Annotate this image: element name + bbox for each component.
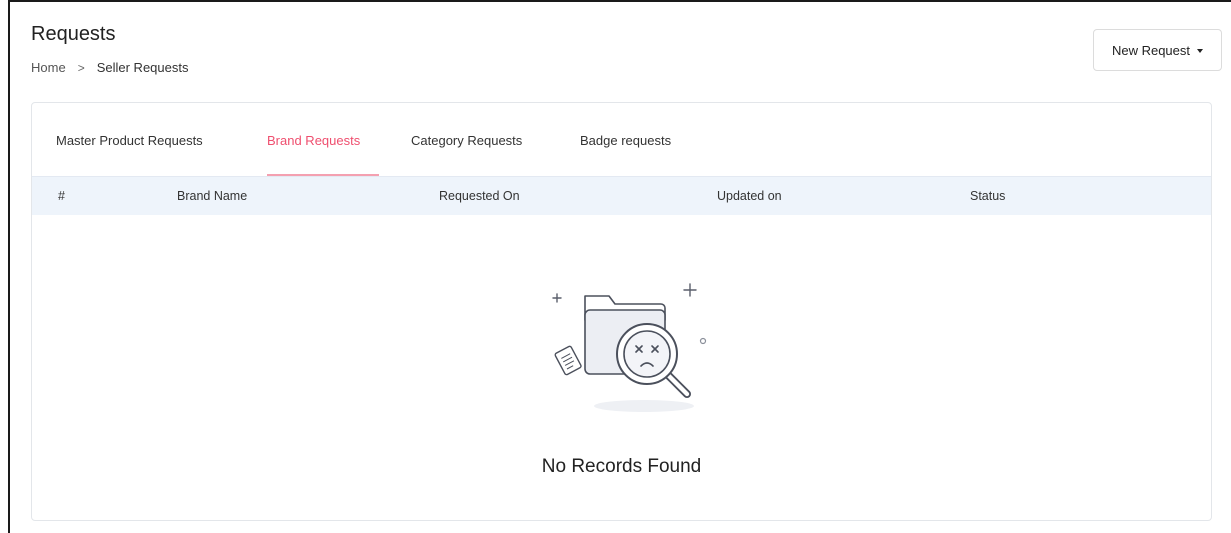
- tab-master-product-requests[interactable]: Master Product Requests: [56, 133, 203, 148]
- column-header-status: Status: [970, 189, 1006, 203]
- new-request-button[interactable]: New Request: [1093, 29, 1222, 71]
- column-header-number: #: [58, 189, 65, 203]
- tab-brand-requests[interactable]: Brand Requests: [267, 133, 360, 148]
- column-header-brand-name: Brand Name: [177, 189, 248, 203]
- table-header: # Brand Name Requested On Updated on Sta…: [32, 176, 1211, 215]
- requests-card: Master Product Requests Brand Requests C…: [31, 102, 1212, 521]
- empty-state-message: No Records Found: [541, 456, 702, 477]
- tab-category-requests[interactable]: Category Requests: [411, 133, 522, 148]
- tab-bar: Master Product Requests Brand Requests C…: [32, 103, 1211, 176]
- breadcrumb-home-link[interactable]: Home: [31, 60, 66, 75]
- page-title: Requests: [31, 23, 116, 45]
- empty-folder-search-icon: [552, 283, 707, 412]
- breadcrumb-separator: >: [77, 60, 85, 75]
- new-request-label: New Request: [1111, 42, 1191, 58]
- caret-down-icon: [1197, 48, 1204, 53]
- column-header-updated-on: Updated on: [717, 189, 782, 203]
- tab-badge-requests[interactable]: Badge requests: [580, 133, 671, 148]
- breadcrumb: Home > Seller Requests: [31, 60, 188, 75]
- breadcrumb-current: Seller Requests: [96, 60, 189, 75]
- column-header-requested-on: Requested On: [439, 189, 520, 203]
